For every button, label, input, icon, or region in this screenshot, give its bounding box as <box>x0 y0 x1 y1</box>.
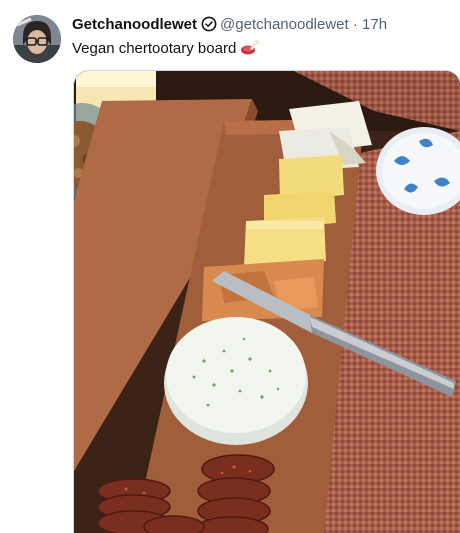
timestamp[interactable]: 17h <box>362 16 387 33</box>
meat-on-bone-icon <box>240 38 261 62</box>
avatar[interactable] <box>13 15 61 63</box>
charcuterie-board-photo <box>74 71 460 533</box>
tweet-header: Getchanoodlewet @getchanoodlewet · 17h <box>72 15 387 38</box>
display-name[interactable]: Getchanoodlewet <box>72 16 197 33</box>
separator-dot: · <box>352 16 358 33</box>
tweet-text-content: Vegan chertootary board <box>72 40 237 57</box>
user-handle[interactable]: @getchanoodlewet <box>220 16 349 33</box>
tweet[interactable]: Getchanoodlewet @getchanoodlewet · 17h Ve… <box>0 0 460 533</box>
avatar-image <box>13 15 61 63</box>
tweet-text: Vegan chertootary board <box>72 38 261 62</box>
verified-badge-icon <box>201 16 217 38</box>
tweet-media-photo[interactable] <box>73 70 460 533</box>
